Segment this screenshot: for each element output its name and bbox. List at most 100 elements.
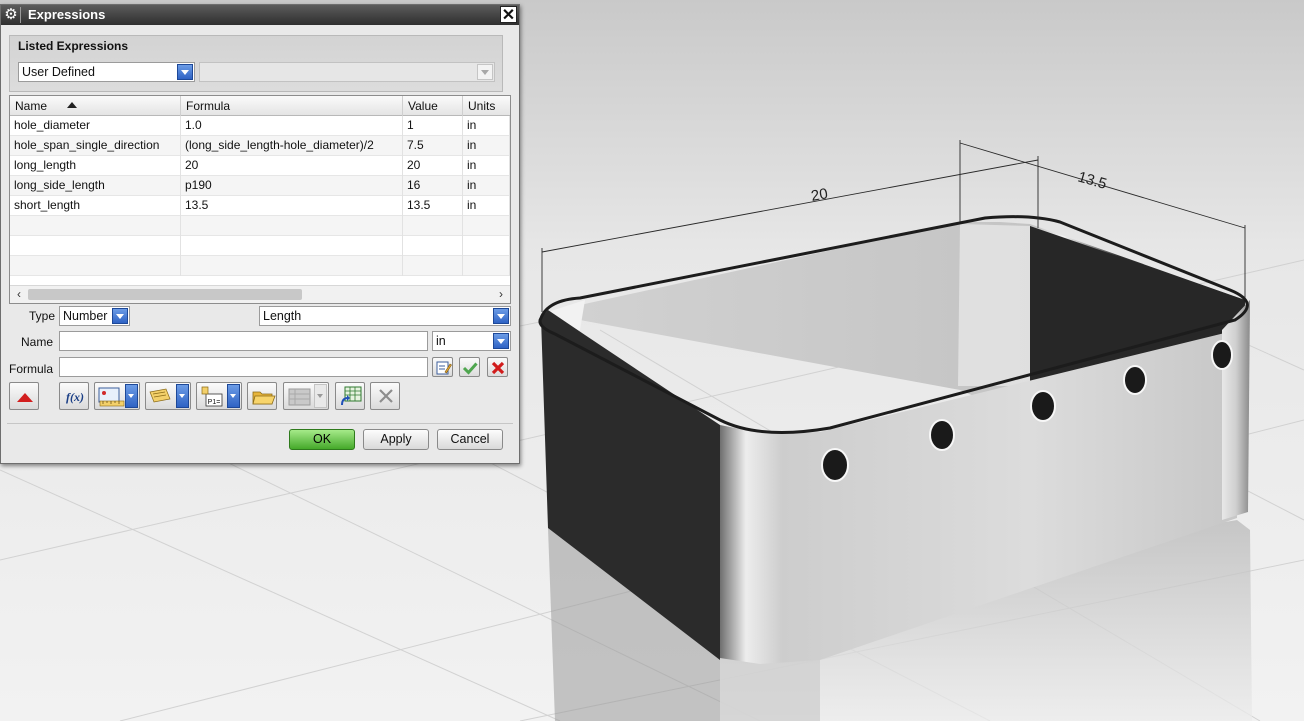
cell-units: in xyxy=(463,176,510,196)
dimension-value: Length xyxy=(263,309,302,323)
chevron-down-icon[interactable] xyxy=(493,308,509,324)
expressions-table[interactable]: Name Formula Value Units hole_diameter 1… xyxy=(9,95,511,304)
cell-value: 1 xyxy=(403,116,463,136)
ok-button[interactable]: OK xyxy=(289,429,355,450)
cell-units: in xyxy=(463,116,510,136)
chevron-down-icon[interactable] xyxy=(112,308,128,324)
chevron-down-icon xyxy=(477,64,493,80)
delete-icon xyxy=(379,389,393,403)
title-separator xyxy=(20,7,21,23)
measure-icon xyxy=(98,387,125,407)
collapse-up-icon xyxy=(17,393,33,402)
refresh-grid-icon xyxy=(341,386,362,406)
reject-x-icon xyxy=(491,361,505,375)
chevron-down-icon[interactable] xyxy=(227,384,240,408)
table-header: Name Formula Value Units xyxy=(10,96,510,116)
type-label: Type xyxy=(29,309,56,323)
open-folder-icon xyxy=(252,391,276,405)
refresh-grid-button[interactable] xyxy=(335,382,365,410)
cell-units: in xyxy=(463,156,510,176)
column-header-formula[interactable]: Formula xyxy=(181,96,403,116)
parameter-icon: P1= xyxy=(201,386,223,407)
listed-filter-dropdown[interactable]: User Defined xyxy=(18,62,195,82)
column-header-label: Value xyxy=(408,99,438,113)
column-header-units[interactable]: Units xyxy=(463,96,510,116)
gear-icon[interactable]: ⚙ xyxy=(3,6,19,23)
edit-formula-icon xyxy=(436,361,452,375)
cell-formula: (long_side_length-hole_diameter)/2 xyxy=(181,136,403,156)
dimension-dropdown[interactable]: Length xyxy=(259,306,511,326)
cell-value: 20 xyxy=(403,156,463,176)
formula-input[interactable] xyxy=(59,357,428,377)
parameter-dropdown-button[interactable]: P1= xyxy=(196,382,242,410)
accept-button[interactable] xyxy=(459,357,480,377)
open-folder-button[interactable] xyxy=(247,382,277,410)
cell-value: 16 xyxy=(403,176,463,196)
list-dropdown-button[interactable] xyxy=(145,382,191,410)
column-header-name[interactable]: Name xyxy=(10,96,181,116)
column-header-label: Name xyxy=(15,99,48,113)
function-icon: f(x) xyxy=(66,390,84,404)
empty-cell xyxy=(10,256,181,276)
collapse-button[interactable] xyxy=(9,382,39,410)
cell-name: hole_diameter xyxy=(10,116,181,136)
sort-ascending-icon xyxy=(67,102,77,108)
apply-button[interactable]: Apply xyxy=(363,429,429,450)
measure-dropdown-button[interactable] xyxy=(94,382,140,410)
horizontal-scrollbar[interactable]: ‹ › xyxy=(10,285,510,303)
chevron-down-icon xyxy=(314,384,327,408)
scrollbar-thumb[interactable] xyxy=(28,289,302,300)
type-dropdown[interactable]: Number xyxy=(59,306,130,326)
chevron-down-icon[interactable] xyxy=(125,384,138,408)
listed-expressions-group: Listed Expressions User Defined xyxy=(9,35,503,92)
cell-formula: 20 xyxy=(181,156,403,176)
table-row[interactable]: long_side_length p190 16 in xyxy=(10,176,510,196)
secondary-filter-dropdown xyxy=(199,62,495,82)
listed-expressions-title: Listed Expressions xyxy=(18,39,129,53)
dialog-separator xyxy=(7,423,513,424)
name-input[interactable] xyxy=(59,331,428,351)
cell-units: in xyxy=(463,196,510,216)
column-header-value[interactable]: Value xyxy=(403,96,463,116)
cell-name: hole_span_single_direction xyxy=(10,136,181,156)
cancel-button[interactable]: Cancel xyxy=(437,429,503,450)
empty-cell xyxy=(403,216,463,236)
formula-label: Formula xyxy=(9,362,54,376)
dialog-title: Expressions xyxy=(28,7,106,22)
chevron-down-icon[interactable] xyxy=(177,64,193,80)
list-icon xyxy=(149,388,171,403)
empty-cell xyxy=(181,236,403,256)
name-label: Name xyxy=(21,335,54,349)
table-row-empty xyxy=(10,216,510,236)
table-row[interactable]: long_length 20 20 in xyxy=(10,156,510,176)
table-row[interactable]: short_length 13.5 13.5 in xyxy=(10,196,510,216)
delete-button[interactable] xyxy=(370,382,400,410)
table-row[interactable]: hole_diameter 1.0 1 in xyxy=(10,116,510,136)
column-header-label: Units xyxy=(468,99,496,113)
cell-formula: p190 xyxy=(181,176,403,196)
empty-cell xyxy=(403,236,463,256)
dialog-title-bar[interactable]: ⚙ Expressions ✕ xyxy=(1,5,519,25)
scroll-left-button[interactable]: ‹ xyxy=(12,288,26,302)
cell-name: long_side_length xyxy=(10,176,181,196)
table-row-empty xyxy=(10,236,510,256)
svg-text:P1=: P1= xyxy=(208,399,221,406)
close-icon[interactable]: ✕ xyxy=(500,6,517,24)
units-dropdown[interactable]: in xyxy=(432,331,511,351)
chevron-down-icon[interactable] xyxy=(176,384,189,408)
reject-button[interactable] xyxy=(487,357,508,377)
cell-name: short_length xyxy=(10,196,181,216)
spreadsheet-icon xyxy=(288,388,311,406)
cell-formula: 13.5 xyxy=(181,196,403,216)
dimension-long-label[interactable]: 20 xyxy=(810,185,829,205)
scroll-right-button[interactable]: › xyxy=(494,288,508,302)
chevron-down-icon[interactable] xyxy=(493,333,509,349)
table-row[interactable]: hole_span_single_direction (long_side_le… xyxy=(10,136,510,156)
empty-cell xyxy=(403,256,463,276)
edit-formula-button[interactable] xyxy=(432,357,453,377)
table-row-empty xyxy=(10,256,510,276)
empty-cell xyxy=(181,256,403,276)
function-label: f(x) xyxy=(66,390,84,404)
function-button[interactable]: f(x) xyxy=(59,382,89,410)
empty-cell xyxy=(463,216,510,236)
